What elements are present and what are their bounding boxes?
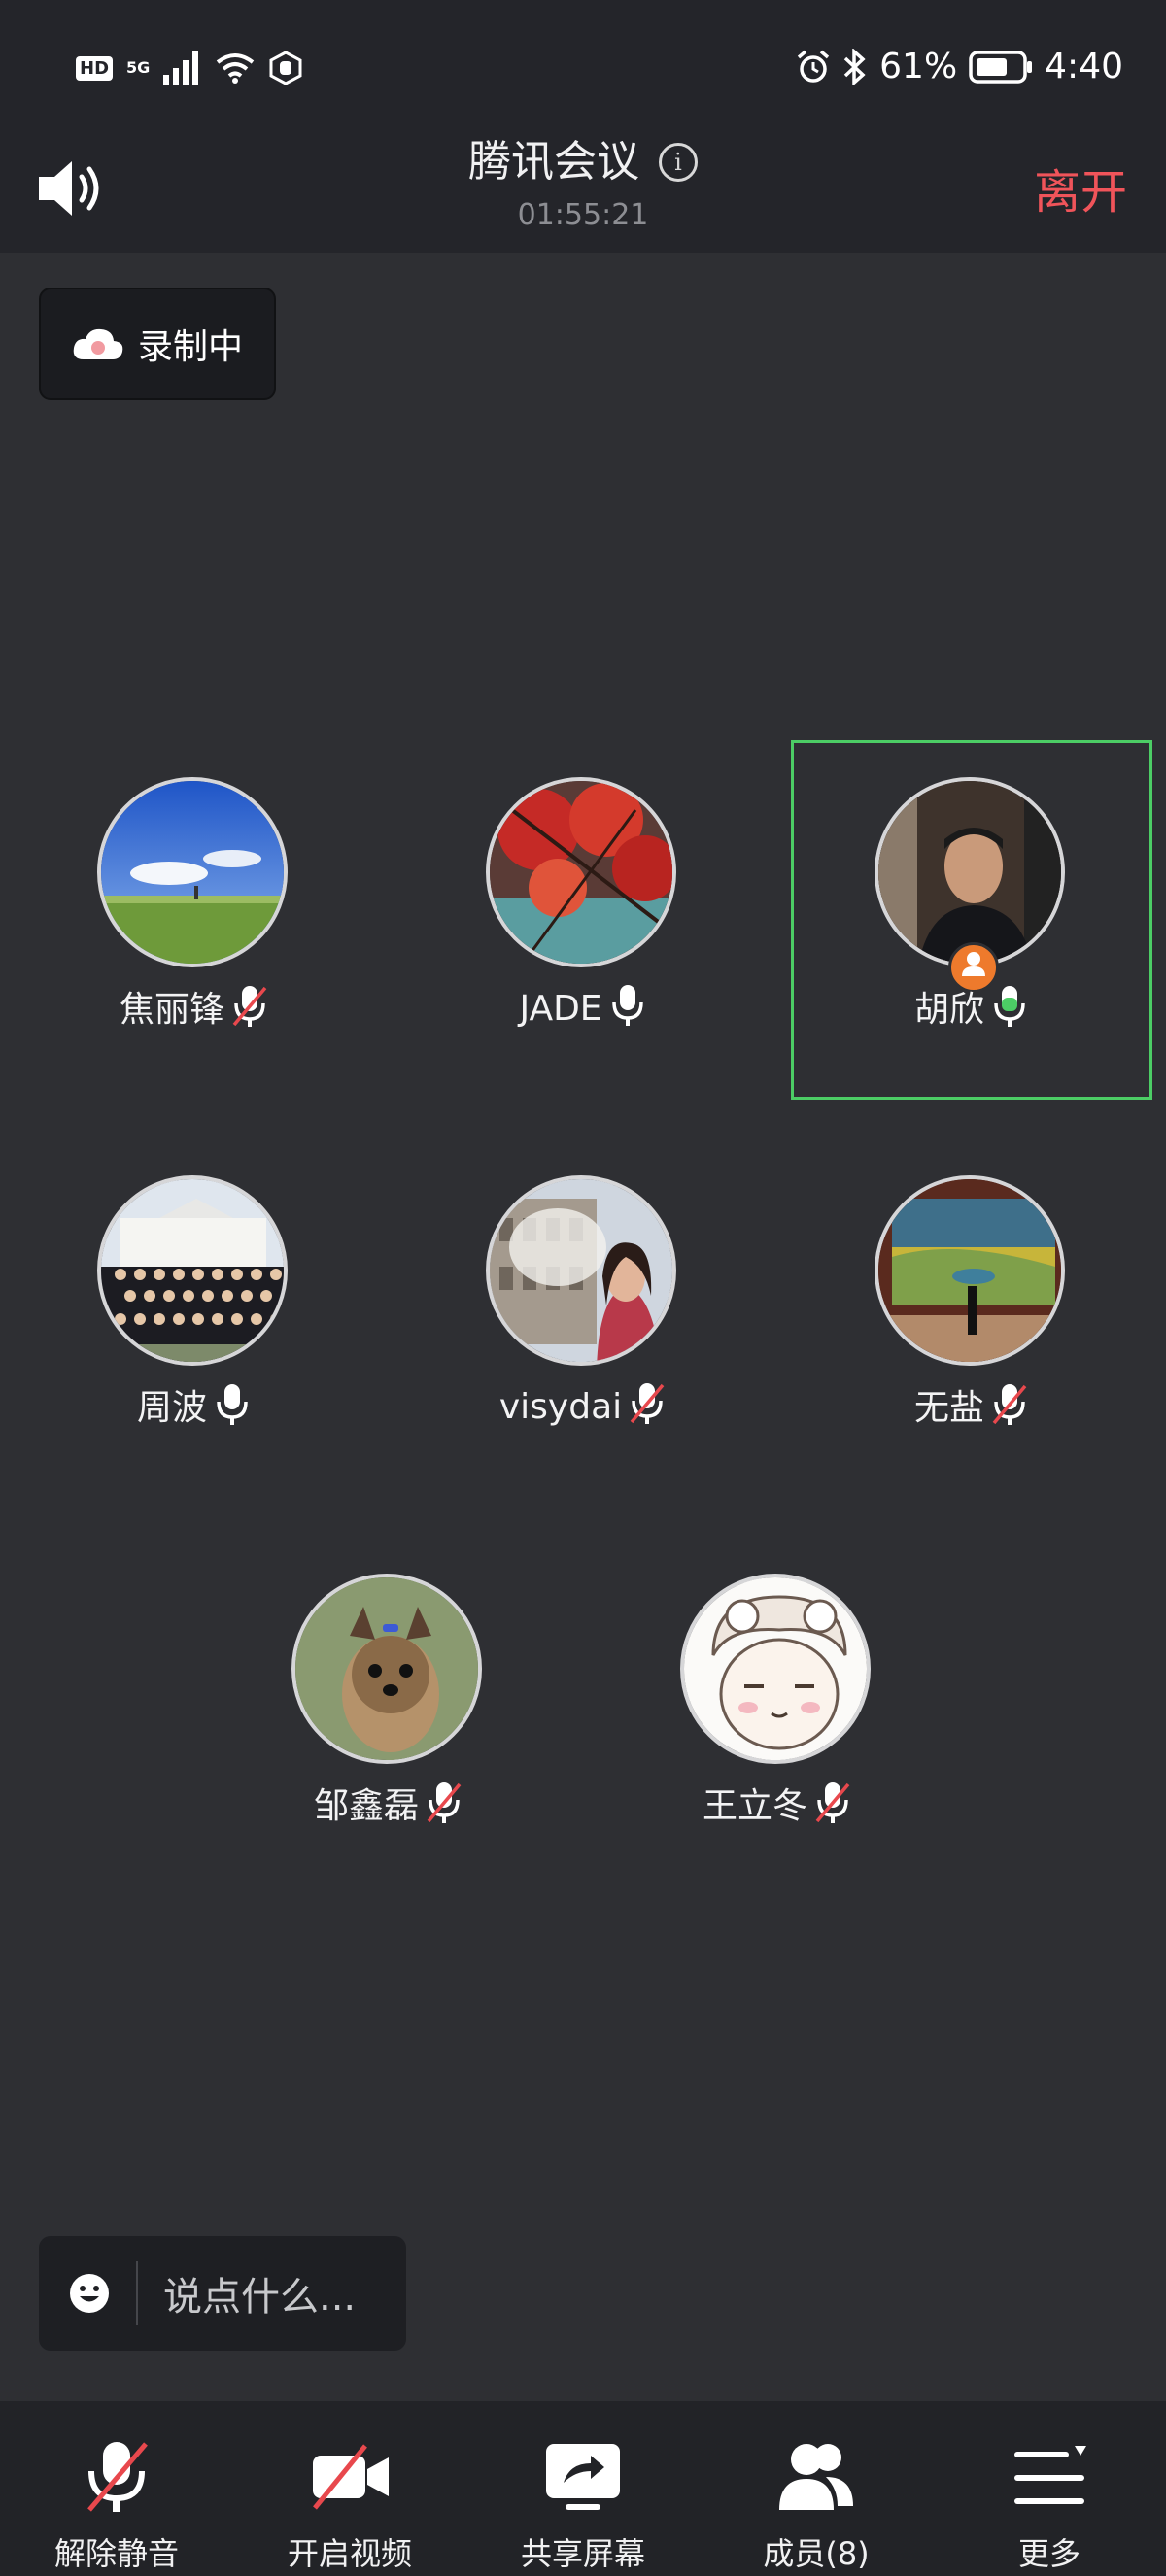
participant-name-row: 无盐 [777,1379,1166,1430]
status-bar-right: 61% 4:40 [796,47,1123,86]
share-screen-button[interactable]: 共享屏幕 [466,2401,700,2576]
hd-badge: HD [76,55,114,81]
avatar [97,777,288,967]
avatar [680,1574,871,1764]
mic-icon [611,985,643,1026]
bluetooth-icon [843,48,866,85]
cloud-record-icon [73,328,123,359]
mic-muted-icon [992,1384,1027,1425]
avatar [874,777,1065,967]
participant-name-row: 王立冬 [583,1778,972,1828]
clock: 4:40 [1045,47,1123,86]
members-icon [779,2444,853,2510]
participant-name: visydai [498,1387,623,1427]
battery-icon [969,50,1033,84]
recording-badge[interactable]: 录制中 [39,288,276,400]
battery-percent: 61% [879,47,958,86]
hand-shield-icon [269,51,302,85]
members-label: 成员(8) [763,2535,870,2572]
participant-name-row: 焦丽锋 [0,981,389,1032]
video-off-icon [313,2444,389,2510]
unmute-button[interactable]: 解除静音 [0,2401,233,2576]
participant-name: JADE [519,989,602,1029]
participant-tile-active[interactable]: 胡欣 [777,777,1166,1068]
meeting-timer: 01:55:21 [517,198,649,232]
start-video-button[interactable]: 开启视频 [233,2401,466,2576]
meeting-title[interactable]: 腾讯会议 [468,137,639,186]
avatar [292,1574,482,1764]
participant-name-row: 邹鑫磊 [194,1778,583,1828]
emoji-icon[interactable] [68,2272,111,2315]
participant-name-row: 周波 [0,1379,389,1430]
bottom-toolbar: 解除静音 开启视频 共享屏幕 成员(8) 更多 [0,2401,1166,2576]
chat-divider [136,2261,138,2325]
info-icon[interactable]: i [659,143,698,182]
members-button[interactable]: 成员(8) [700,2401,933,2576]
status-bar: HD 5G 61% 4:40 [0,0,1166,146]
start-video-label: 开启视频 [287,2535,412,2572]
recording-label: 录制中 [137,327,243,367]
mic-muted-icon [87,2442,148,2512]
avatar [97,1175,288,1366]
meeting-header: 腾讯会议 i 01:55:21 离开 [0,137,1166,253]
share-screen-label: 共享屏幕 [520,2535,645,2572]
mic-muted-icon [815,1782,850,1823]
participant-tile[interactable]: 王立冬 [583,1574,972,1865]
participant-name-row: visydai [389,1379,777,1428]
avatar [874,1175,1065,1366]
participant-tile[interactable]: JADE [389,777,777,1068]
signal-icon [163,51,199,85]
participant-name: 焦丽锋 [119,990,224,1030]
mic-muted-icon [630,1383,665,1424]
avatar [486,777,676,967]
menu-icon [1014,2446,1086,2504]
participant-tile[interactable]: 周波 [0,1175,389,1467]
participant-name-row: 胡欣 [777,981,1166,1032]
participant-name: 无盐 [913,1388,984,1428]
mic-muted-icon [427,1782,462,1823]
network-type: 5G [126,58,151,77]
share-screen-icon [546,2444,620,2510]
avatar [486,1175,676,1366]
chat-input[interactable]: 说点什么... [39,2236,406,2351]
participant-tile[interactable]: 邹鑫磊 [194,1574,583,1865]
status-bar-left: HD 5G [76,51,303,85]
mic-muted-icon [232,986,267,1027]
leave-button[interactable]: 离开 [1034,153,1127,221]
participant-tile[interactable]: 无盐 [777,1175,1166,1467]
participant-name: 王立冬 [702,1786,807,1826]
alarm-icon [798,50,830,83]
participant-name: 邹鑫磊 [313,1786,419,1826]
mic-speaking-icon [994,986,1025,1027]
chat-placeholder: 说点什么... [163,2275,357,2320]
unmute-label: 解除静音 [53,2535,179,2572]
participant-name-row: JADE [389,981,777,1030]
more-button[interactable]: 更多 [933,2401,1166,2576]
title-block: 腾讯会议 i 01:55:21 [0,126,1166,232]
mic-icon [217,1384,248,1425]
participant-tile[interactable]: visydai [389,1175,777,1467]
participant-name: 周波 [136,1388,207,1428]
participant-tile[interactable]: 焦丽锋 [0,777,389,1068]
participant-name: 胡欣 [913,990,984,1030]
wifi-icon [217,53,255,84]
more-label: 更多 [1017,2535,1080,2572]
